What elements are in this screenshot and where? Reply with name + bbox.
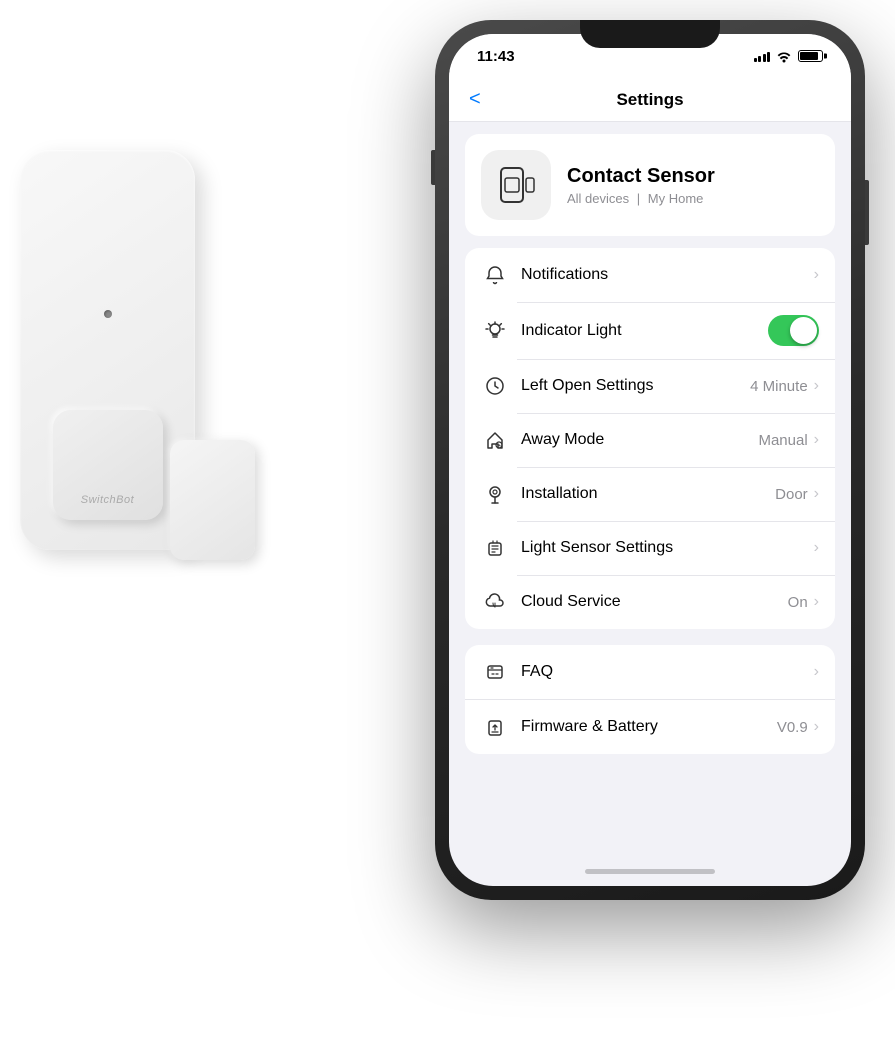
pin-icon: [481, 480, 509, 508]
settings-section-2: FAQ › Firmware & Battery: [465, 645, 835, 754]
home-bar: [585, 869, 715, 874]
away-mode-label: Away Mode: [521, 431, 758, 449]
away-mode-chevron: ›: [814, 431, 819, 449]
settings-row-light-sensor[interactable]: Light Sensor Settings ›: [465, 521, 835, 575]
installation-value: Door: [775, 486, 808, 503]
light-sensor-label: Light Sensor Settings: [521, 539, 814, 557]
toggle-knob: [790, 317, 817, 344]
status-time: 11:43: [477, 48, 515, 65]
battery-icon: [798, 50, 823, 62]
settings-row-cloud-service[interactable]: Cloud Service On ›: [465, 575, 835, 629]
nav-title: Settings: [616, 90, 683, 110]
sensor-icon: [481, 534, 509, 562]
settings-row-notifications[interactable]: Notifications ›: [465, 248, 835, 302]
phone: 11:43: [435, 20, 865, 900]
device-small-piece: [170, 440, 255, 560]
firmware-chevron: ›: [814, 718, 819, 736]
cloud-service-chevron: ›: [814, 593, 819, 611]
device-breadcrumb: All devices | My Home: [567, 191, 715, 206]
device-name: Contact Sensor: [567, 165, 715, 188]
device-info: Contact Sensor All devices | My Home: [567, 165, 715, 206]
device-brand-label: SwitchBot: [81, 494, 134, 506]
status-icons: [754, 50, 824, 62]
bulb-icon: [481, 317, 509, 345]
scene: SwitchBot 11:43: [0, 0, 895, 1042]
firmware-label: Firmware & Battery: [521, 718, 777, 736]
phone-screen: 11:43: [449, 34, 851, 886]
notifications-chevron: ›: [814, 266, 819, 284]
left-open-chevron: ›: [814, 377, 819, 395]
installation-label: Installation: [521, 485, 775, 503]
clock-icon: [481, 372, 509, 400]
settings-row-firmware[interactable]: Firmware & Battery V0.9 ›: [465, 700, 835, 754]
signal-icon: [754, 50, 771, 62]
settings-row-installation[interactable]: Installation Door ›: [465, 467, 835, 521]
indicator-light-label: Indicator Light: [521, 322, 768, 340]
nav-bar: < Settings: [449, 78, 851, 122]
device-header-card: Contact Sensor All devices | My Home: [465, 134, 835, 236]
faq-icon: [481, 658, 509, 686]
home-icon: [481, 426, 509, 454]
cloud-icon: [481, 588, 509, 616]
settings-section-1: Notifications › Indicator Light: [465, 248, 835, 629]
wifi-icon: [776, 50, 792, 62]
device-led-dot: [104, 310, 112, 318]
firmware-value: V0.9: [777, 719, 808, 736]
settings-row-away-mode[interactable]: Away Mode Manual ›: [465, 413, 835, 467]
notifications-label: Notifications: [521, 266, 814, 284]
light-sensor-chevron: ›: [814, 539, 819, 557]
phone-notch: [580, 20, 720, 48]
indicator-light-toggle[interactable]: [768, 315, 819, 346]
back-button[interactable]: <: [469, 88, 481, 111]
faq-chevron: ›: [814, 663, 819, 681]
left-open-label: Left Open Settings: [521, 377, 750, 395]
cloud-service-label: Cloud Service: [521, 593, 788, 611]
device-button[interactable]: SwitchBot: [53, 410, 163, 520]
upload-icon: [481, 713, 509, 741]
bell-icon: [481, 261, 509, 289]
settings-row-indicator-light[interactable]: Indicator Light: [465, 302, 835, 359]
home-indicator: [449, 856, 851, 886]
left-open-value: 4 Minute: [750, 378, 808, 395]
away-mode-value: Manual: [758, 432, 807, 449]
settings-row-faq[interactable]: FAQ ›: [465, 645, 835, 700]
contact-sensor-icon: [491, 160, 541, 210]
cloud-service-value: On: [788, 594, 808, 611]
device-main-body: SwitchBot: [20, 150, 195, 550]
installation-chevron: ›: [814, 485, 819, 503]
phone-outer-shell: 11:43: [435, 20, 865, 900]
device-icon: [481, 150, 551, 220]
faq-label: FAQ: [521, 663, 814, 681]
device-physical: SwitchBot: [20, 150, 195, 550]
settings-row-left-open[interactable]: Left Open Settings 4 Minute ›: [465, 359, 835, 413]
